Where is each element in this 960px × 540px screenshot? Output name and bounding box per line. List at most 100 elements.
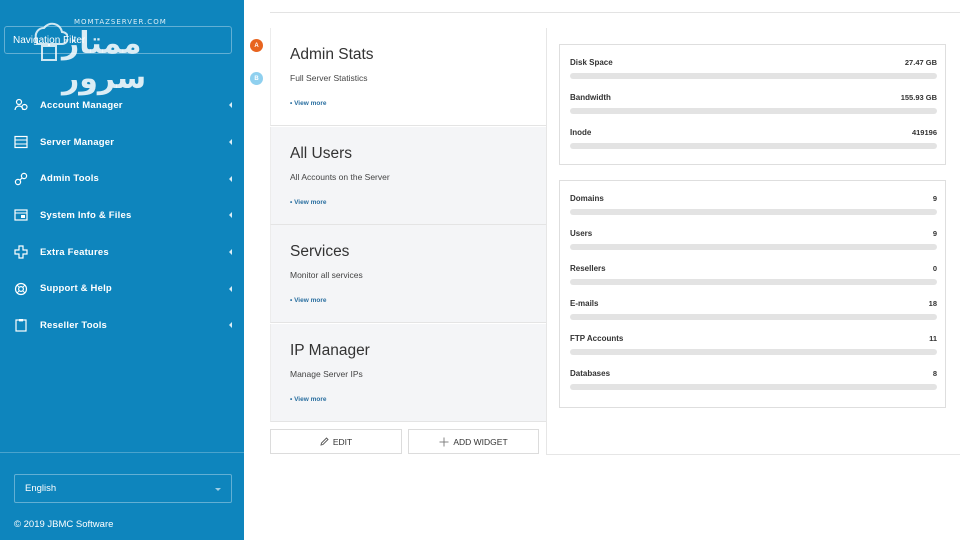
stat-label: E-mails [570,299,599,308]
top-divider [270,12,960,13]
sidebar-item-admin-tools[interactable]: Admin Tools [0,160,244,197]
clipboard-icon [13,317,29,333]
add-widget-button[interactable]: ADD WIDGET [408,429,539,454]
widget-ip-manager[interactable]: IP Manager Manage Server IPs • View more [270,323,546,422]
sidebar-item-reseller-tools[interactable]: Reseller Tools [0,307,244,344]
chevron-left-icon [229,102,232,109]
chevron-left-icon [229,322,232,329]
widget-admin-stats[interactable]: Admin Stats Full Server Statistics • Vie… [270,28,546,126]
stat-value: 9 [932,229,937,238]
sidebar-item-label: Support & Help [40,283,112,295]
widget-services[interactable]: Services Monitor all services • View mor… [270,225,546,323]
stat-value: 27.47 GB [904,58,937,67]
chevron-left-icon [229,139,232,146]
stat-label: Inode [570,128,592,137]
stat-value: 419196 [911,128,937,137]
stat-value: 9 [932,194,937,203]
view-more-link[interactable]: • View more [290,396,326,403]
sidebar-item-label: Server Manager [40,136,115,148]
chevron-left-icon [229,285,232,292]
stat-value: 18 [928,299,937,308]
users-icon [13,97,29,113]
stat-row-disk-space: Disk Space 27.47 GB [570,58,937,93]
chevron-left-icon [229,212,232,219]
tools-icon [13,171,29,187]
stat-row-e-mails: E-mails 18 [570,299,937,334]
resource-usage-box: Disk Space 27.47 GB Bandwidth 155.93 GB … [559,44,946,165]
sidebar-divider [0,452,244,453]
stat-value: 8 [932,369,937,378]
view-more-link[interactable]: • View more [290,199,326,206]
logo-tagline: MOMTAZSERVER.COM [74,18,167,26]
view-more-link[interactable]: • View more [290,297,326,304]
language-select[interactable]: English [14,474,232,503]
stat-label: Domains [570,194,604,203]
stat-value: 0 [932,264,937,273]
stat-label: Resellers [570,264,606,273]
progress-bar [570,349,937,355]
badge-b[interactable]: B [250,72,263,85]
navigation-filter-input[interactable] [4,26,232,54]
stat-label: FTP Accounts [570,334,624,343]
sidebar-item-label: Account Manager [40,99,123,111]
sidebar-item-label: System Info & Files [40,209,132,221]
chevron-left-icon [229,249,232,256]
widget-title: Admin Stats [290,46,374,63]
sidebar-item-support-help[interactable]: Support & Help [0,270,244,307]
progress-bar [570,143,937,149]
stat-row-bandwidth: Bandwidth 155.93 GB [570,93,937,128]
progress-bar [570,73,937,79]
stat-value: 155.93 GB [900,93,937,102]
stat-row-domains: Domains 9 [570,194,937,229]
folder-icon [13,207,29,223]
plus-icon [439,437,449,447]
stat-label: Disk Space [570,58,613,67]
lifebuoy-icon [13,281,29,297]
progress-bar [570,108,937,114]
sidebar-item-label: Extra Features [40,246,109,258]
progress-bar [570,279,937,285]
sidebar-item-extra-features[interactable]: Extra Features [0,234,244,271]
sidebar-item-account-manager[interactable]: Account Manager [0,87,244,124]
stat-label: Users [570,229,593,238]
widget-title: IP Manager [290,341,370,359]
edit-button[interactable]: EDIT [270,429,402,454]
widget-title: Services [290,243,350,260]
copyright-text: © 2019 JBMC Software [14,519,114,530]
widget-subtitle: Manage Server IPs [290,368,363,379]
sidebar-item-system-info-files[interactable]: System Info & Files [0,197,244,234]
sidebar-item-server-manager[interactable]: Server Manager [0,124,244,161]
caret-down-icon [215,488,221,491]
progress-bar [570,244,937,250]
stat-row-users: Users 9 [570,229,937,264]
view-more-link[interactable]: • View more [290,100,326,107]
widget-subtitle: Monitor all services [290,270,363,280]
progress-bar [570,314,937,320]
sidebar: MOMTAZSERVER.COM ممتاز سرور Account Mana… [0,0,244,540]
widget-all-users[interactable]: All Users All Accounts on the Server • V… [270,126,546,225]
pencil-icon [320,437,329,446]
stat-value: 11 [929,334,937,343]
stat-row-resellers: Resellers 0 [570,264,937,299]
sidebar-menu: Account Manager Server Manager Admin Too… [0,87,244,344]
edit-button-label: EDIT [332,436,353,447]
server-icon [13,134,29,150]
stat-row-inode: Inode 419196 [570,128,937,163]
sidebar-item-label: Reseller Tools [40,319,108,331]
chevron-left-icon [229,175,232,182]
badge-a[interactable]: A [250,39,263,52]
widget-subtitle: Full Server Statistics [290,73,368,83]
stat-row-ftp-accounts: FTP Accounts 11 [570,334,937,369]
progress-bar [570,209,937,215]
stat-label: Bandwidth [570,93,611,102]
sidebar-item-label: Admin Tools [40,173,100,185]
add-widget-button-label: ADD WIDGET [453,436,508,447]
account-counts-box: Domains 9 Users 9 Resellers 0 E-mails 18… [559,180,946,408]
stat-row-databases: Databases 8 [570,369,937,404]
stat-label: Databases [570,369,611,378]
widget-title: All Users [290,144,353,162]
progress-bar [570,384,937,390]
widget-subtitle: All Accounts on the Server [290,171,390,182]
language-select-value: English [25,483,57,494]
puzzle-icon [13,244,29,260]
